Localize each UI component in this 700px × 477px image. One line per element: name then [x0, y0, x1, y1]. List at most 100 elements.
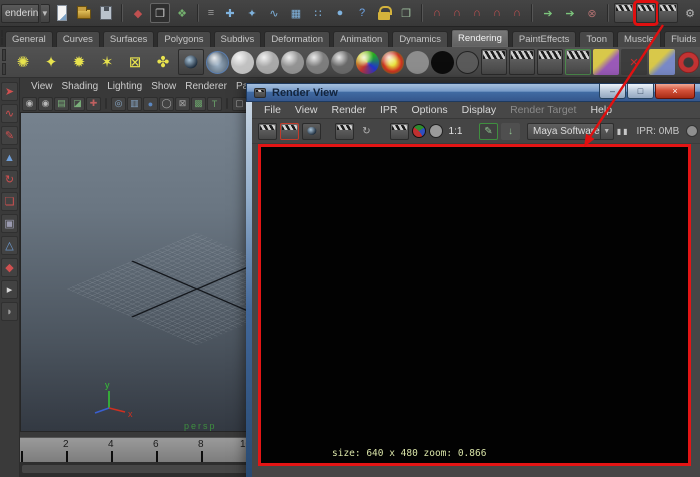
tab-subdivs[interactable]: Subdivs — [213, 31, 262, 47]
select-tool[interactable]: ➤ — [1, 82, 18, 101]
lattice-manip-icon[interactable]: ▦ — [286, 3, 306, 23]
render-globals-icon[interactable] — [593, 49, 619, 75]
range-slider[interactable] — [20, 462, 252, 477]
camera-select-icon[interactable]: ◉ — [22, 96, 37, 111]
select-object-icon[interactable]: ❐ — [150, 3, 170, 23]
rv-menu-options[interactable]: Options — [404, 104, 454, 116]
renderer-dropdown[interactable]: Maya Software ▼ — [527, 122, 614, 140]
select-hierarchy-icon[interactable]: ◆ — [128, 3, 148, 23]
tab-general[interactable]: General — [5, 31, 53, 47]
pan-zoom-icon[interactable]: ✚ — [86, 96, 101, 111]
xray-icon[interactable]: ▩ — [191, 96, 206, 111]
render-current-frame-icon[interactable] — [636, 3, 656, 23]
tab-deformation[interactable]: Deformation — [264, 31, 331, 47]
film-gate-icon[interactable]: ▥ — [127, 96, 142, 111]
tab-animation[interactable]: Animation — [333, 31, 390, 47]
sphere-manip-icon[interactable]: ● — [330, 3, 350, 23]
texture-view-icon[interactable]: T — [207, 96, 222, 111]
soft-mod-tool[interactable]: △ — [1, 236, 18, 255]
selection-mask-tool[interactable]: ◗ — [1, 302, 18, 321]
dropdown-arrow-icon[interactable]: ▼ — [599, 123, 613, 139]
ambient-light-icon[interactable]: ✹ — [66, 49, 92, 75]
ipr-render-icon[interactable] — [537, 49, 563, 75]
camera-icon[interactable] — [178, 49, 204, 75]
menu-set-selector[interactable]: endering — [1, 3, 39, 23]
material-sphere-icon[interactable] — [256, 50, 279, 74]
paint-select-tool[interactable]: ✎ — [1, 126, 18, 145]
open-scene-icon[interactable] — [74, 3, 94, 23]
render-view-titlebar[interactable]: Render View – □ × — [246, 83, 700, 102]
ipr-render-icon[interactable] — [335, 122, 354, 140]
universal-manip-tool[interactable]: ▣ — [1, 214, 18, 233]
tab-polygons[interactable]: Polygons — [157, 31, 211, 47]
tab-toon[interactable]: Toon — [579, 31, 614, 47]
area-light-icon[interactable]: ⊠ — [122, 49, 148, 75]
tab-painteffects[interactable]: PaintEffects — [511, 31, 577, 47]
scale-tool[interactable]: ❏ — [1, 192, 18, 211]
output-connections-icon[interactable]: ➔ — [560, 3, 580, 23]
rv-menu-file[interactable]: File — [257, 104, 288, 116]
alpha-channel-icon[interactable] — [429, 124, 443, 138]
show-batch-icon[interactable] — [649, 49, 675, 75]
snapshot-icon[interactable] — [302, 122, 321, 140]
shelf-menu-controls[interactable] — [2, 49, 6, 75]
move-tool[interactable]: ▲ — [1, 148, 18, 167]
shaded-icon[interactable]: ● — [143, 96, 158, 111]
render-icon[interactable] — [258, 122, 277, 140]
spot-light-icon[interactable]: ✦ — [38, 49, 64, 75]
snap-to-grid-icon[interactable]: ∩ — [428, 3, 446, 23]
select-component-icon[interactable]: ❖ — [172, 3, 192, 23]
rotate-tool[interactable]: ↻ — [1, 170, 18, 189]
joint-manip-icon[interactable]: ✦ — [242, 3, 262, 23]
point-light-icon[interactable]: ✺ — [10, 49, 36, 75]
render-view-icon[interactable] — [614, 3, 634, 23]
shelf-tab-controls[interactable] — [1, 30, 3, 46]
edit-region-icon[interactable]: ✎ — [479, 122, 498, 140]
tab-dynamics[interactable]: Dynamics — [392, 31, 449, 47]
lock-icon[interactable] — [374, 3, 394, 23]
tab-fluids[interactable]: Fluids — [664, 31, 700, 47]
render-settings-icon[interactable] — [565, 49, 591, 75]
time-slider[interactable]: 246810 — [20, 437, 252, 462]
construction-history-icon[interactable]: ⊗ — [582, 3, 602, 23]
vp-menu-view[interactable]: View — [31, 81, 53, 92]
vp-menu-shading[interactable]: Shading — [62, 81, 99, 92]
rv-menu-display[interactable]: Display — [455, 104, 503, 116]
camera-attributes-icon[interactable]: ◉ — [38, 96, 53, 111]
vp-menu-show[interactable]: Show — [151, 81, 176, 92]
volume-light-icon[interactable]: ✤ — [150, 49, 176, 75]
minimize-button[interactable]: – — [599, 84, 626, 99]
material-sphere-icon[interactable] — [281, 50, 304, 74]
tab-surfaces[interactable]: Surfaces — [102, 31, 155, 47]
input-connections-icon[interactable]: ➔ — [538, 3, 558, 23]
one-to-one-icon[interactable]: 1:1 — [446, 123, 465, 140]
snap-options-icon[interactable]: ≡ — [204, 3, 218, 23]
rv-menu-render-target[interactable]: Render Target — [503, 104, 583, 116]
points-manip-icon[interactable]: ∷ — [308, 3, 328, 23]
select-object-alt-icon[interactable]: ❐ — [396, 3, 416, 23]
gray-swatch-icon[interactable] — [406, 50, 429, 74]
tab-muscle[interactable]: Muscle — [617, 31, 662, 47]
viewport-canvas[interactable]: y x persp — [20, 112, 252, 432]
pause-ipr-icon[interactable]: ▮▮ — [617, 127, 630, 136]
isolate-select-icon[interactable]: ▢ — [232, 96, 247, 111]
black-swatch-icon[interactable] — [431, 50, 454, 74]
make-live-icon[interactable]: ∩ — [508, 3, 526, 23]
curve-manip-icon[interactable]: ∿ — [264, 3, 284, 23]
maximize-button[interactable]: □ — [627, 84, 654, 99]
rgb-channels-icon[interactable] — [412, 124, 426, 138]
menu-set-arrow-icon[interactable]: ▼ — [40, 3, 50, 23]
hypershade-icon[interactable] — [206, 50, 229, 74]
dark-swatch-icon[interactable] — [456, 50, 479, 74]
close-button[interactable]: × — [655, 84, 695, 99]
redo-previous-render-icon[interactable] — [280, 122, 299, 140]
help-icon[interactable]: ? — [352, 3, 372, 23]
ramp-shader-icon[interactable] — [381, 50, 404, 74]
ring-icon[interactable] — [677, 50, 700, 74]
render-icon[interactable] — [481, 49, 507, 75]
image-plane-icon[interactable]: ◪ — [70, 96, 85, 111]
batch-render-icon[interactable] — [509, 49, 535, 75]
refresh-icon[interactable]: ↻ — [357, 123, 376, 140]
keep-image-icon[interactable]: ↓ — [501, 122, 520, 140]
save-scene-icon[interactable] — [96, 3, 116, 23]
